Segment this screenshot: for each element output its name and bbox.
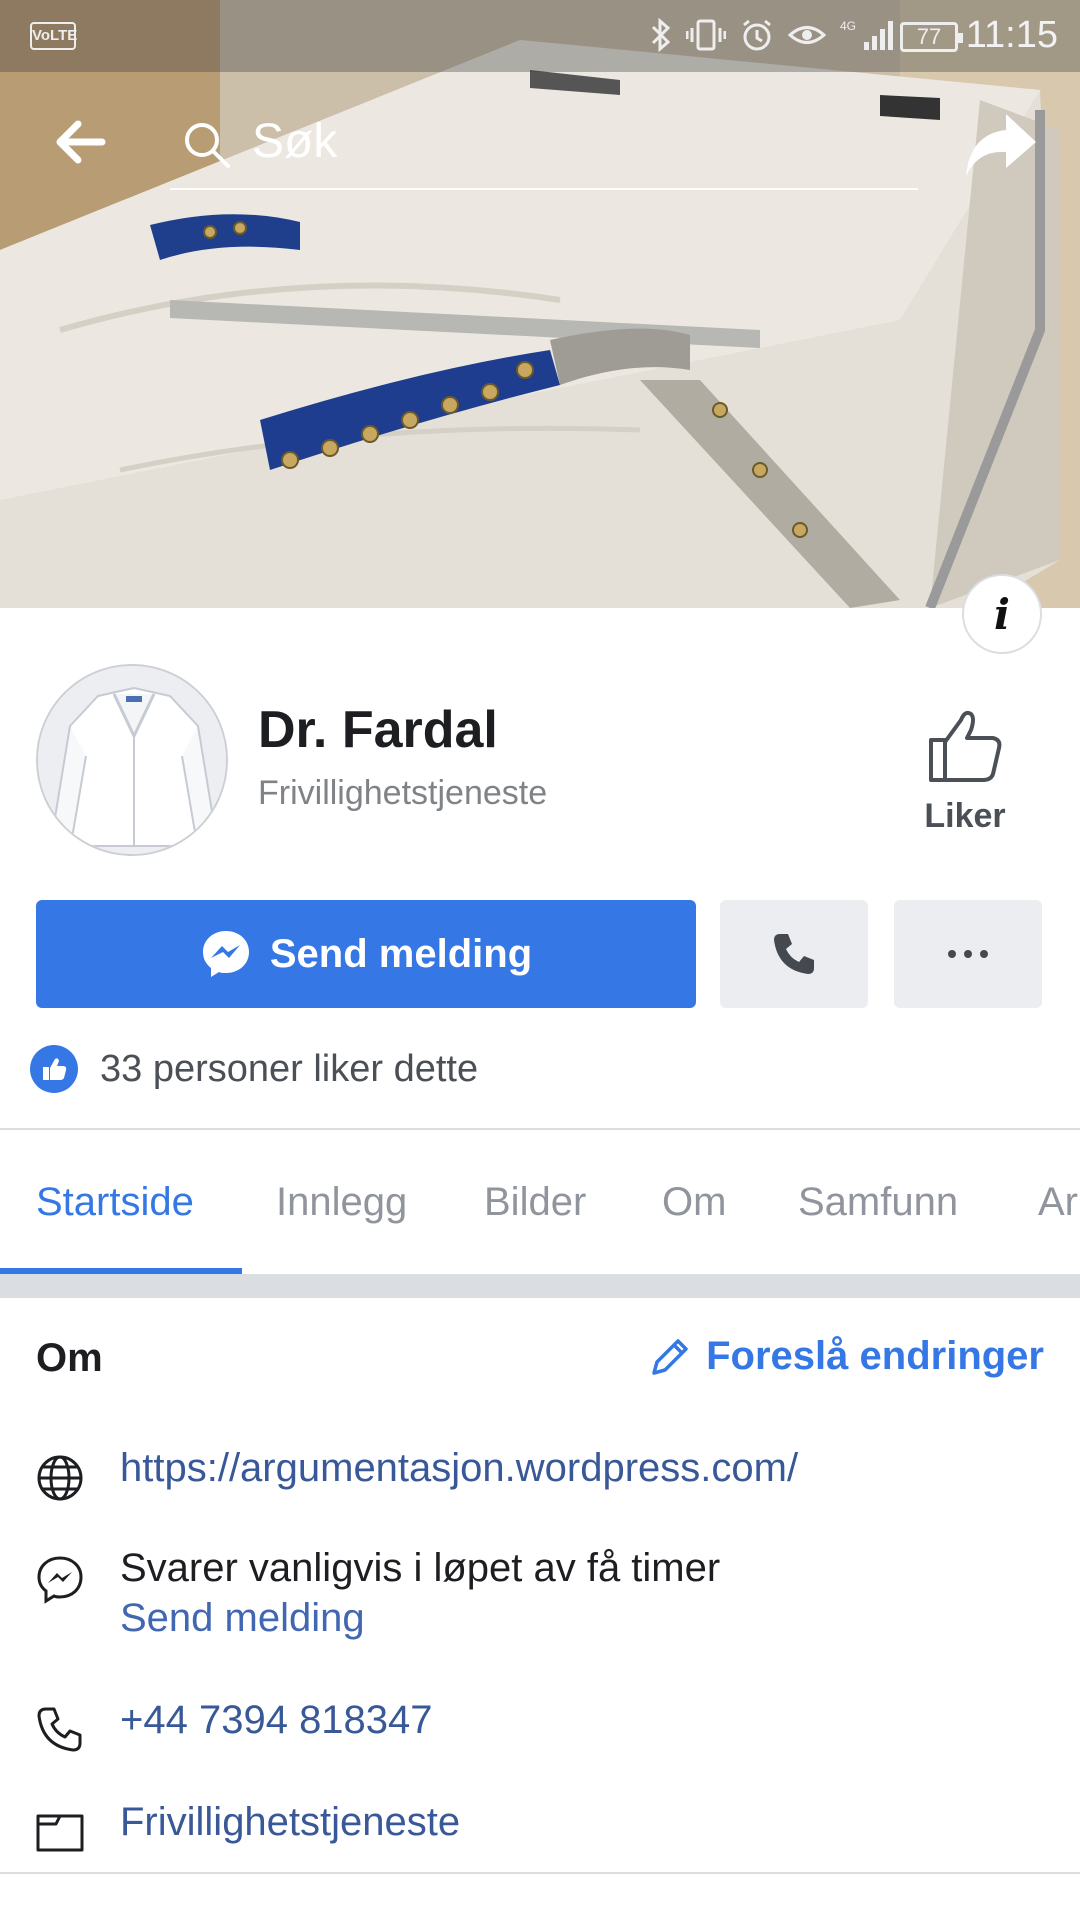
- page-tabs: Startside Innlegg Bilder Om Samfunn Ar: [0, 1130, 1080, 1274]
- share-arrow-icon: [966, 114, 1036, 176]
- page-category: Frivillighetstjeneste: [258, 774, 548, 812]
- section-separator: [0, 1274, 1080, 1298]
- info-icon: i: [994, 589, 1010, 639]
- bluetooth-icon: [650, 17, 672, 57]
- battery-indicator: 77: [900, 22, 963, 52]
- thumbs-up-outline-icon: [929, 710, 1002, 782]
- tab-om[interactable]: Om: [662, 1180, 726, 1225]
- send-message-link[interactable]: Send melding: [120, 1596, 365, 1641]
- vibrate-icon: [685, 18, 727, 57]
- response-time-text: Svarer vanligvis i løpet av få timer: [120, 1546, 721, 1590]
- thumbs-up-icon: [30, 1045, 78, 1093]
- clock: 11:15: [965, 14, 1058, 56]
- avatar[interactable]: [36, 664, 228, 856]
- svg-text:4G: 4G: [840, 19, 856, 33]
- cover-image: [0, 0, 1080, 608]
- arrow-left-icon: [56, 120, 106, 164]
- back-button[interactable]: [50, 110, 114, 174]
- category-link[interactable]: Frivillighetstjeneste: [120, 1800, 460, 1845]
- share-button[interactable]: [960, 104, 1040, 184]
- search-placeholder[interactable]: Søk: [252, 114, 337, 169]
- search-bar[interactable]: Søk: [170, 100, 918, 190]
- like-page-label: Liker: [924, 797, 1006, 835]
- alarm-icon: [740, 18, 774, 57]
- suggest-edits-label: Foreslå endringer: [706, 1334, 1044, 1378]
- messenger-icon: [202, 931, 249, 977]
- status-bar: VoLTE 4G 77 11:15: [0, 0, 1080, 72]
- eye-icon: [787, 20, 827, 55]
- likes-summary[interactable]: 33 personer liker dette: [30, 1044, 478, 1094]
- suggest-edits-button[interactable]: Foreslå endringer: [648, 1334, 1044, 1379]
- tab-samfunn[interactable]: Samfunn: [798, 1180, 958, 1225]
- more-options-button[interactable]: [894, 900, 1042, 1008]
- send-message-button[interactable]: Send melding: [36, 900, 696, 1008]
- tab-bilder[interactable]: Bilder: [484, 1180, 586, 1225]
- category-folder-icon: [36, 1814, 84, 1852]
- search-icon: [185, 123, 230, 168]
- tab-startside[interactable]: Startside: [36, 1180, 194, 1225]
- pencil-icon: [652, 1338, 688, 1375]
- messenger-outline-icon: [37, 1556, 83, 1604]
- tab-more-cutoff[interactable]: Ar: [1038, 1180, 1078, 1225]
- phone-outline-icon: [37, 1707, 82, 1752]
- likes-count-text: 33 personer liker dette: [100, 1047, 479, 1090]
- info-button[interactable]: i: [962, 574, 1042, 654]
- page-name: Dr. Fardal: [258, 701, 498, 759]
- more-dots-icon: [948, 950, 988, 958]
- volte-indicator: VoLTE: [30, 22, 77, 50]
- tab-innlegg[interactable]: Innlegg: [276, 1180, 407, 1225]
- send-message-label: Send melding: [269, 931, 533, 976]
- globe-icon: [37, 1455, 83, 1501]
- like-page-button[interactable]: Liker: [910, 708, 1020, 836]
- signal-icon: 4G: [840, 18, 900, 57]
- call-button[interactable]: [720, 900, 868, 1008]
- website-link[interactable]: https://argumentasjon.wordpress.com/: [120, 1446, 798, 1491]
- status-icons: 4G: [650, 17, 900, 57]
- phone-icon: [774, 934, 814, 974]
- phone-link[interactable]: +44 7394 818347: [120, 1698, 433, 1743]
- divider: [0, 1872, 1080, 1874]
- cover-photo[interactable]: VoLTE 4G 77 11:15 Søk: [0, 0, 1080, 608]
- about-heading: Om: [36, 1336, 103, 1380]
- lab-coat-image: [38, 666, 226, 854]
